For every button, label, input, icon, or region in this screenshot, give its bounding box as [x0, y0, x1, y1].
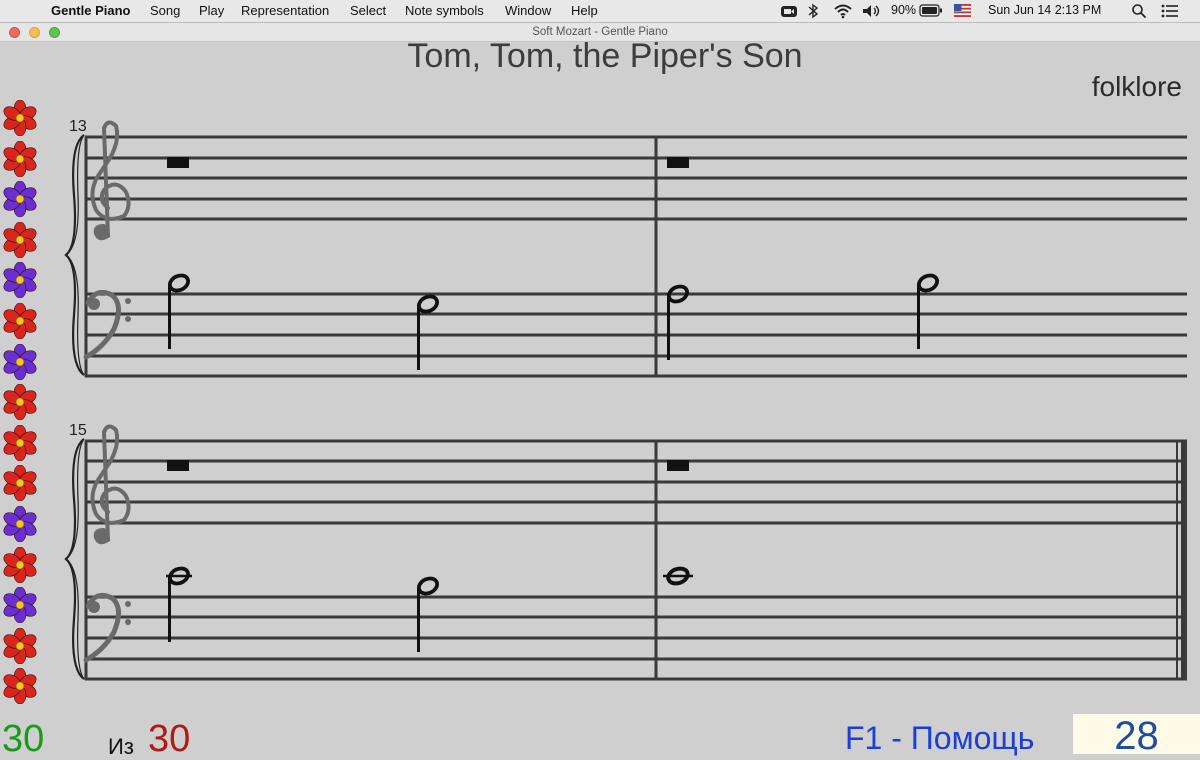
score-system-1: 13: [64, 118, 1187, 378]
help-hint[interactable]: F1 - Помощь: [845, 722, 1034, 754]
bass-staff: [85, 595, 1187, 681]
half-note[interactable]: [414, 291, 442, 370]
score-system-2: 15: [64, 422, 1187, 681]
measure-number: 15: [69, 422, 87, 439]
half-note[interactable]: [414, 573, 442, 652]
whole-rest[interactable]: [167, 157, 189, 168]
treble-staff: [85, 135, 1187, 221]
music-score[interactable]: 13 15: [0, 0, 1200, 750]
treble-clef-icon: [90, 424, 131, 547]
of-label: Из: [108, 734, 134, 759]
whole-rest[interactable]: [667, 460, 689, 471]
whole-rest[interactable]: [667, 157, 689, 168]
measure-number: 13: [69, 118, 87, 135]
treble-clef-icon: [90, 120, 131, 243]
bass-clef-icon: [86, 292, 131, 357]
treble-staff: [85, 439, 1187, 525]
half-note[interactable]: [165, 270, 193, 349]
bass-clef-icon: [86, 595, 131, 660]
status-footer: 30 Из 30 F1 - Помощь 28: [0, 708, 1200, 758]
whole-rest[interactable]: [167, 460, 189, 471]
grand-staff-brace: [64, 133, 86, 377]
score-counter: 28: [1073, 714, 1200, 758]
completed-count: 30: [2, 718, 45, 760]
grand-staff-brace: [64, 437, 86, 681]
total-count: 30: [148, 718, 191, 760]
whole-note[interactable]: [663, 566, 693, 586]
half-note[interactable]: [165, 563, 193, 642]
bass-staff: [85, 292, 1187, 378]
half-note[interactable]: [914, 270, 942, 349]
